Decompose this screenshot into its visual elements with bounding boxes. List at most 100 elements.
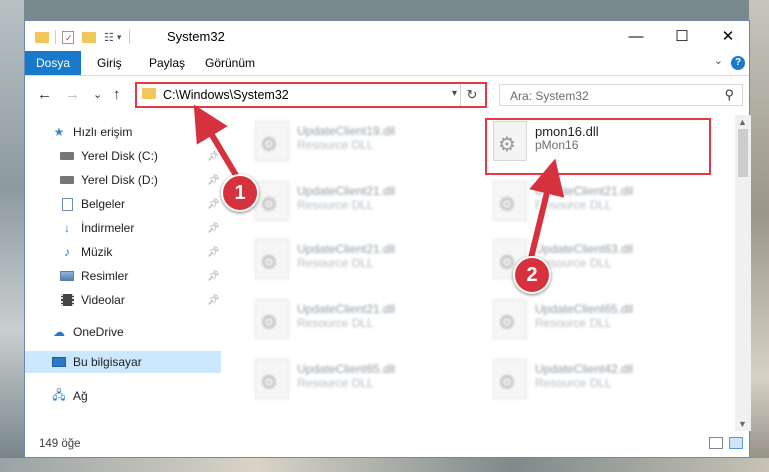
search-input[interactable]: Ara: System32 ⚲ (499, 84, 743, 106)
file-item[interactable]: UpdateClient65.dll Resource DLL (479, 293, 699, 347)
pin-icon[interactable]: 📌︎ (207, 271, 220, 282)
folder-icon (142, 88, 156, 99)
close-button[interactable]: ✕ (705, 21, 751, 51)
chevron-down-icon[interactable]: ⌄ (714, 54, 723, 67)
explorer-window: ✓ ☷ ▾ System32 — ☐ ✕ Dosya Giriş Paylaş … (24, 20, 751, 458)
file-item[interactable]: UpdateClient63.dll Resource DLL (479, 233, 699, 287)
network-icon: 🖧︎ (52, 387, 66, 402)
file-item[interactable]: UpdateClient42.dll Resource DLL (479, 353, 699, 407)
address-path[interactable]: C:\Windows\System32 (163, 88, 289, 102)
dll-file-icon (493, 181, 527, 221)
window-title: System32 (167, 29, 225, 44)
tab-file[interactable]: Dosya (25, 51, 81, 75)
desktop-background-bottom (0, 458, 769, 472)
new-folder-icon[interactable] (82, 31, 96, 43)
tab-share[interactable]: Paylaş (149, 51, 185, 75)
file-name: UpdateClient21.dll (535, 184, 634, 198)
search-placeholder: Ara: System32 (510, 89, 589, 103)
desktop-background-right (749, 0, 769, 472)
file-item[interactable]: UpdateClient19.dll Resource DLL (241, 115, 461, 169)
sidebar-item-label: Videolar (81, 293, 125, 307)
sidebar-item-label: Bu bilgisayar (73, 355, 142, 369)
sidebar-item-onedrive[interactable]: ☁ OneDrive (25, 321, 221, 343)
pin-icon[interactable]: 📌︎ (207, 199, 220, 210)
file-name: UpdateClient42.dll (535, 362, 634, 376)
refresh-button[interactable]: ↻ (460, 84, 483, 106)
details-view-icon[interactable] (709, 437, 723, 449)
sidebar-item-label: Hızlı erişim (73, 125, 133, 139)
file-description: Resource DLL (297, 256, 374, 270)
dll-file-icon (255, 239, 289, 279)
ribbon-tabs: Dosya Giriş Paylaş Görünüm ⌄ ? (25, 51, 749, 76)
sidebar-item-quick-access[interactable]: ★ Hızlı erişim (25, 121, 221, 143)
address-bar[interactable]: C:\Windows\System32 ▾ ↻ (135, 82, 487, 108)
dll-file-icon (493, 359, 527, 399)
properties-icon[interactable]: ✓ (62, 30, 74, 44)
scroll-up-icon[interactable]: ▲ (738, 117, 747, 127)
forward-button[interactable]: → (65, 86, 80, 103)
sidebar-item-label: İndirmeler (81, 221, 135, 235)
file-item[interactable]: UpdateClient21.dll Resource DLL (241, 293, 461, 347)
sidebar-item-label: Resimler (81, 269, 129, 283)
dll-file-icon (255, 121, 289, 161)
file-description: Resource DLL (297, 376, 374, 390)
dll-file-icon (493, 299, 527, 339)
drive-icon (59, 173, 75, 187)
recent-locations-button[interactable]: ⌄ (93, 88, 102, 101)
file-item[interactable]: UpdateClient65.dll Resource DLL (241, 353, 461, 407)
pin-icon[interactable]: 📌︎ (207, 247, 220, 258)
view-options-icon[interactable]: ☷ (104, 31, 114, 44)
pin-icon[interactable]: 📌︎ (207, 223, 220, 234)
sidebar-item-music[interactable]: ♪ Müzik 📌︎ (25, 241, 221, 263)
file-item[interactable]: UpdateClient21.dll Resource DLL (479, 175, 699, 229)
folder-icon[interactable] (35, 31, 49, 43)
sidebar-item-pictures[interactable]: Resimler 📌︎ (25, 265, 221, 287)
file-item[interactable]: UpdateClient21.dll Resource DLL (241, 175, 461, 229)
sidebar-item-label: Ağ (73, 389, 88, 403)
sidebar-item-local-disk-c[interactable]: Yerel Disk (C:) 📌︎ (25, 145, 221, 167)
sidebar-item-label: Müzik (81, 245, 113, 259)
pin-icon[interactable]: 📌︎ (207, 151, 220, 162)
status-bar: 149 öğe (25, 431, 749, 457)
file-name: UpdateClient65.dll (535, 302, 634, 316)
separator (129, 30, 131, 44)
cloud-icon: ☁ (53, 325, 65, 339)
star-icon: ★ (53, 125, 65, 139)
navigation-pane: ★ Hızlı erişim Yerel Disk (C:) 📌︎ Yerel … (25, 115, 221, 431)
file-name: UpdateClient21.dll (297, 184, 396, 198)
vertical-scrollbar[interactable]: ▲ ▼ (735, 115, 751, 431)
sidebar-item-this-pc[interactable]: Bu bilgisayar (25, 351, 221, 373)
computer-icon (51, 355, 67, 369)
chevron-down-icon[interactable]: ▾ (117, 32, 122, 43)
sidebar-item-videos[interactable]: Videolar 📌︎ (25, 289, 221, 311)
tab-view[interactable]: Görünüm (205, 51, 255, 75)
item-count: 149 öğe (39, 438, 81, 450)
scroll-down-icon[interactable]: ▼ (738, 419, 747, 429)
file-description: Resource DLL (535, 316, 612, 330)
sidebar-item-network[interactable]: 🖧︎ Ağ (25, 385, 221, 407)
download-icon: ↓ (64, 221, 70, 235)
file-name: UpdateClient21.dll (297, 302, 396, 316)
desktop-background-left (0, 0, 24, 472)
scrollbar-thumb[interactable] (738, 129, 748, 177)
dll-file-icon (255, 359, 289, 399)
up-button[interactable]: ↑ (113, 86, 121, 103)
title-bar: ✓ ☷ ▾ System32 — ☐ ✕ (25, 21, 749, 51)
sidebar-item-local-disk-d[interactable]: Yerel Disk (D:) 📌︎ (25, 169, 221, 191)
tab-home[interactable]: Giriş (97, 51, 122, 75)
help-icon[interactable]: ? (731, 56, 745, 70)
large-icons-view-icon[interactable] (729, 437, 743, 449)
sidebar-item-documents[interactable]: Belgeler 📌︎ (25, 193, 221, 215)
file-description: Resource DLL (297, 198, 374, 212)
file-item[interactable]: UpdateClient21.dll Resource DLL (241, 233, 461, 287)
back-button[interactable]: ← (37, 86, 52, 103)
pictures-icon (59, 269, 75, 283)
dll-file-icon (255, 299, 289, 339)
chevron-down-icon[interactable]: ▾ (452, 88, 457, 99)
pin-icon[interactable]: 📌︎ (207, 295, 220, 306)
pin-icon[interactable]: 📌︎ (207, 175, 220, 186)
sidebar-item-downloads[interactable]: ↓ İndirmeler 📌︎ (25, 217, 221, 239)
minimize-button[interactable]: — (613, 21, 659, 51)
sidebar-item-label: Yerel Disk (D:) (81, 173, 158, 187)
maximize-button[interactable]: ☐ (659, 21, 705, 51)
